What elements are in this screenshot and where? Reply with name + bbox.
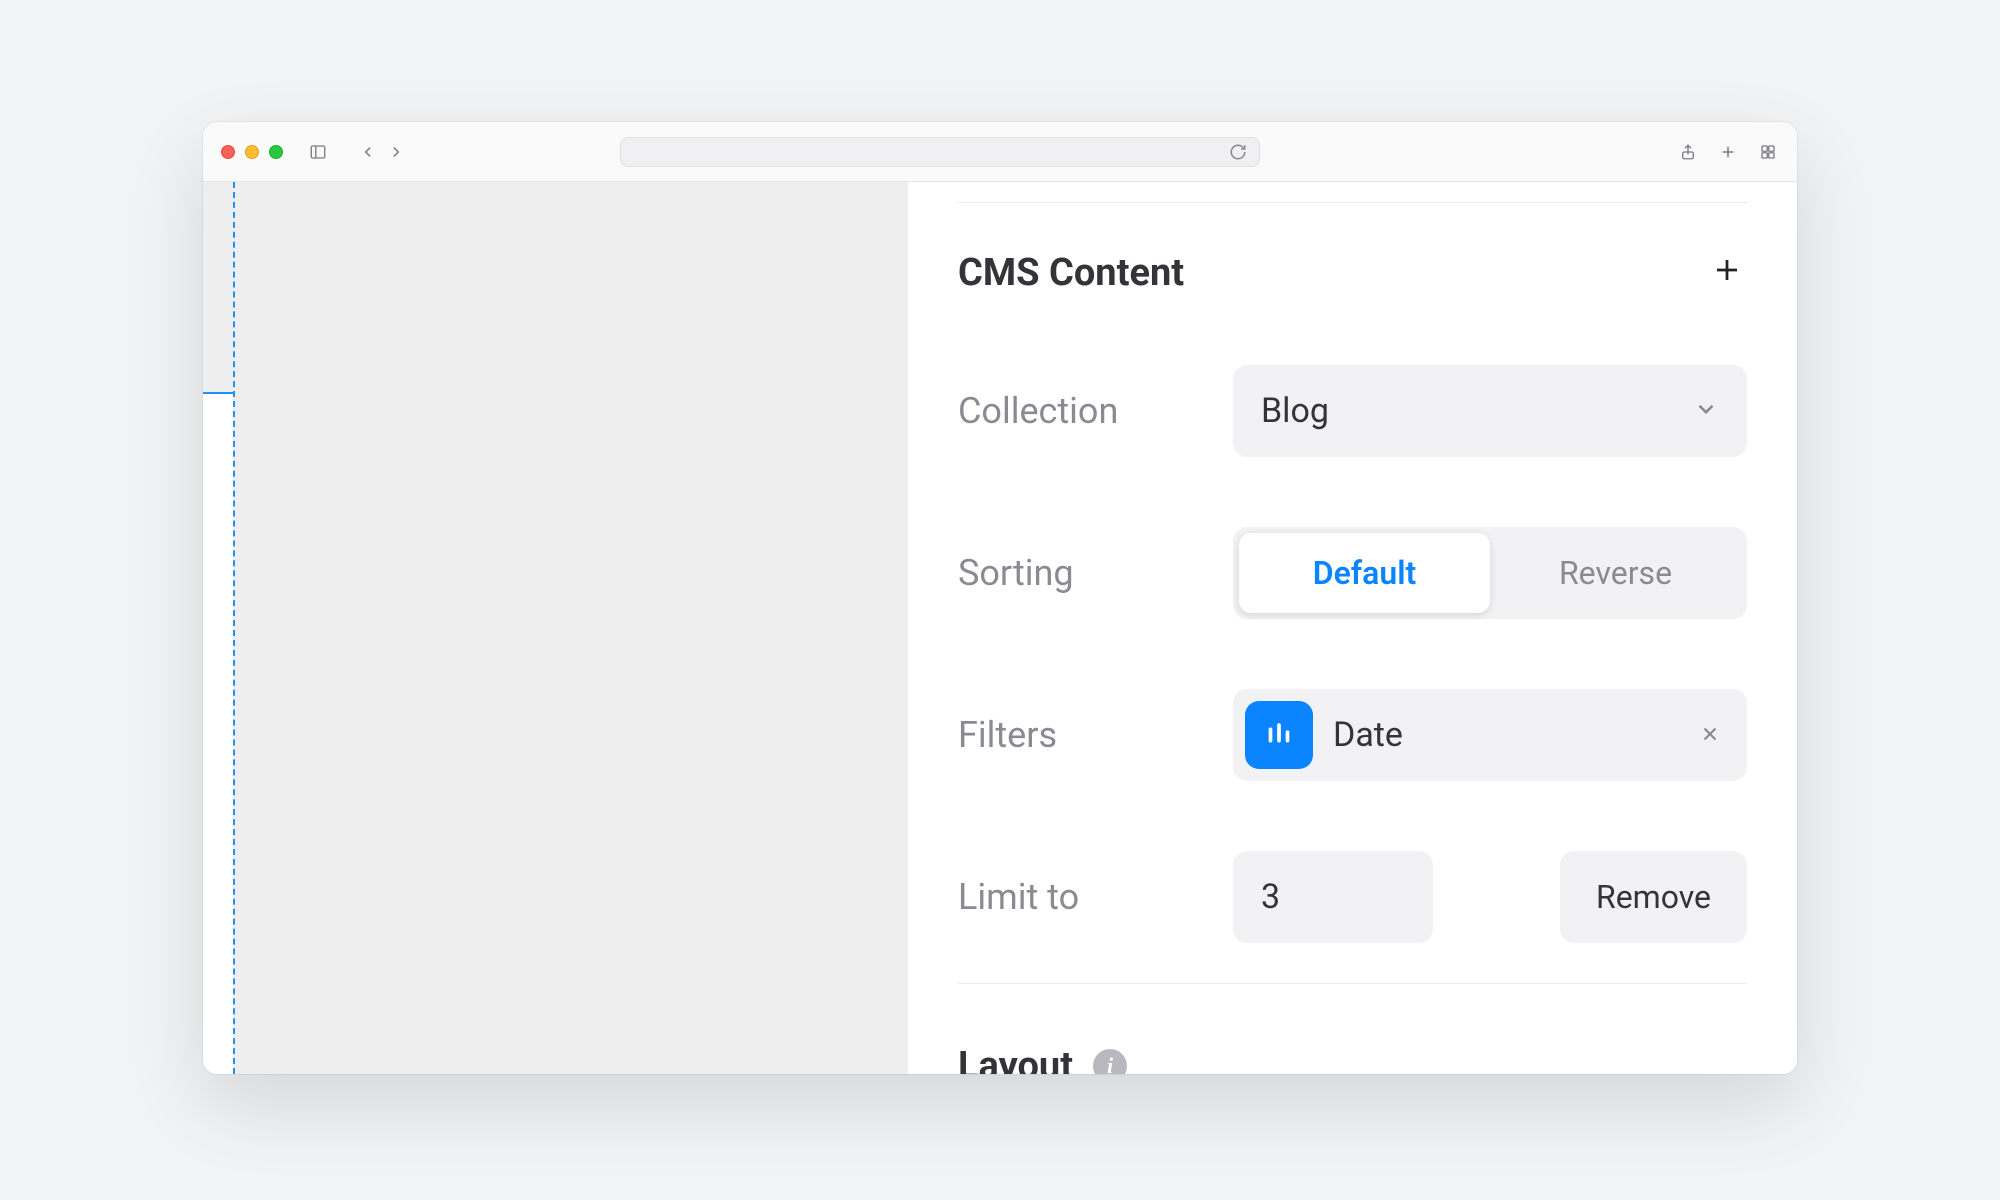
cms-section-header: CMS Content (958, 251, 1747, 295)
sidebar-toggle-icon[interactable] (307, 141, 329, 163)
remove-limit-label: Remove (1596, 878, 1711, 916)
inspector-panel: CMS Content Collection Blog (908, 182, 1797, 1074)
canvas-preview[interactable] (203, 182, 908, 1074)
layout-section-title: Layout (958, 1044, 1073, 1074)
sorting-label: Sorting (958, 552, 1233, 594)
collection-label: Collection (958, 390, 1233, 432)
reload-icon[interactable] (1227, 141, 1249, 163)
limit-value: 3 (1261, 877, 1280, 917)
selection-guide-horizontal (203, 392, 233, 394)
toolbar-right (1677, 141, 1779, 163)
remove-filter-icon[interactable] (1691, 710, 1729, 761)
collection-row: Collection Blog (958, 365, 1747, 457)
sorting-row: Sorting Default Reverse (958, 527, 1747, 619)
cms-section-title: CMS Content (958, 251, 1184, 295)
remove-limit-button[interactable]: Remove (1560, 851, 1747, 943)
fullscreen-window-button[interactable] (269, 145, 283, 159)
selection-guide-vertical (233, 182, 235, 1074)
nav-buttons (357, 141, 407, 163)
filters-row: Filters Date (958, 689, 1747, 781)
cms-settings: Collection Blog Sorting (958, 365, 1747, 943)
back-button[interactable] (357, 141, 379, 163)
sorting-segment: Default Reverse (1233, 527, 1747, 619)
sorting-default-option[interactable]: Default (1239, 533, 1490, 613)
sorting-reverse-option[interactable]: Reverse (1490, 533, 1741, 613)
minimize-window-button[interactable] (245, 145, 259, 159)
chevron-down-icon (1693, 391, 1719, 431)
collection-value: Blog (1261, 391, 1329, 431)
filter-chip-label: Date (1333, 715, 1671, 755)
close-window-button[interactable] (221, 145, 235, 159)
filter-chip[interactable]: Date (1233, 689, 1747, 781)
window-controls (221, 145, 283, 159)
titlebar (203, 122, 1797, 182)
share-icon[interactable] (1677, 141, 1699, 163)
tabs-overview-icon[interactable] (1757, 141, 1779, 163)
collection-dropdown[interactable]: Blog (1233, 365, 1747, 457)
new-tab-icon[interactable] (1717, 141, 1739, 163)
filters-label: Filters (958, 714, 1233, 756)
address-bar[interactable] (620, 137, 1260, 167)
layout-section-header: Layout i (958, 983, 1747, 1074)
content-area: CMS Content Collection Blog (203, 182, 1797, 1074)
add-content-button[interactable] (1707, 254, 1747, 292)
browser-window: CMS Content Collection Blog (203, 122, 1797, 1074)
forward-button[interactable] (385, 141, 407, 163)
limit-input[interactable]: 3 (1233, 851, 1433, 943)
info-icon[interactable]: i (1093, 1049, 1127, 1074)
canvas-region (203, 392, 233, 1074)
divider (958, 202, 1747, 203)
limit-label: Limit to (958, 876, 1233, 918)
limit-row: Limit to 3 Remove (958, 851, 1747, 943)
filter-type-icon (1245, 701, 1313, 769)
